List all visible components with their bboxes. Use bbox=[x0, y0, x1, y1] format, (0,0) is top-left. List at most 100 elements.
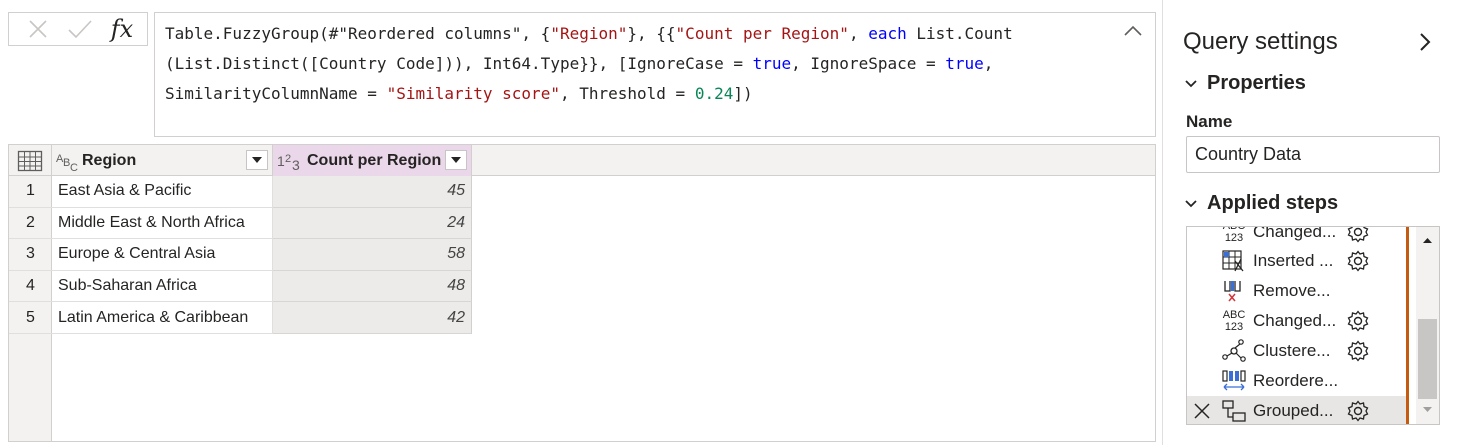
applied-step[interactable]: Reordere... bbox=[1187, 366, 1406, 396]
data-grid: A B C Region 1 2 3 Count per Region 1 Ea… bbox=[8, 144, 1156, 442]
group-by-icon bbox=[1220, 398, 1248, 424]
column-title: Count per Region bbox=[307, 151, 442, 169]
query-settings-pane: Query settings Properties Name Applied s… bbox=[1163, 0, 1461, 445]
svg-text:1: 1 bbox=[277, 153, 285, 169]
query-name-input[interactable] bbox=[1186, 136, 1440, 173]
cancel-formula-button[interactable] bbox=[23, 13, 53, 45]
cell-region[interactable]: Europe & Central Asia bbox=[52, 239, 273, 271]
formula-string: "Count per Region" bbox=[675, 24, 849, 43]
scroll-up-button[interactable] bbox=[1416, 233, 1439, 247]
table-row[interactable]: 3 Europe & Central Asia 58 bbox=[9, 239, 472, 271]
step-settings-button[interactable] bbox=[1345, 308, 1371, 334]
formula-token: Table.FuzzyGroup(#"Reordered columns", { bbox=[165, 24, 551, 43]
name-label: Name bbox=[1186, 112, 1233, 131]
insert-column-icon bbox=[1220, 248, 1248, 274]
remove-columns-icon bbox=[1220, 278, 1248, 304]
chevron-up-icon bbox=[1124, 25, 1142, 36]
cell-count[interactable]: 24 bbox=[273, 207, 472, 240]
steps-scrollbar[interactable] bbox=[1416, 227, 1439, 424]
formula-text[interactable]: Table.FuzzyGroup(#"Reordered columns", {… bbox=[165, 19, 1115, 109]
gear-icon bbox=[1347, 400, 1369, 422]
properties-section-toggle[interactable]: Properties bbox=[1185, 72, 1306, 95]
step-label: Changed... bbox=[1253, 226, 1337, 241]
applied-step[interactable]: Remove... bbox=[1187, 276, 1406, 306]
formula-token: , IgnoreSpace = bbox=[791, 54, 946, 73]
abc123-icon: ABC 123 bbox=[1222, 309, 1246, 333]
grid-header: A B C Region 1 2 3 Count per Region bbox=[9, 145, 1155, 176]
delete-step-button[interactable] bbox=[1191, 400, 1213, 422]
scroll-thumb[interactable] bbox=[1418, 319, 1437, 399]
reorder-columns-icon bbox=[1220, 368, 1248, 394]
fx-button[interactable]: fx bbox=[107, 13, 137, 45]
checkmark-icon bbox=[68, 20, 92, 39]
filter-dropdown-button[interactable] bbox=[246, 150, 268, 170]
cell-region[interactable]: Sub-Saharan Africa bbox=[52, 270, 273, 303]
applied-step[interactable]: ABC 123 Changed... bbox=[1187, 306, 1406, 336]
cell-region[interactable]: East Asia & Pacific bbox=[52, 176, 273, 208]
cell-count[interactable]: 48 bbox=[273, 270, 472, 303]
table-row[interactable]: 2 Middle East & North Africa 24 bbox=[9, 207, 472, 240]
step-settings-button[interactable] bbox=[1345, 248, 1371, 274]
pane-title: Query settings bbox=[1183, 28, 1338, 55]
filter-dropdown-button[interactable] bbox=[445, 150, 467, 170]
close-icon bbox=[1194, 403, 1210, 419]
table-row[interactable]: 1 East Asia & Pacific 45 bbox=[9, 176, 472, 208]
abc123-icon: ABC 123 bbox=[1222, 226, 1246, 244]
applied-step[interactable]: ABC 123 Changed... bbox=[1187, 226, 1406, 247]
column-title: Region bbox=[82, 151, 137, 169]
step-label: Clustere... bbox=[1253, 341, 1331, 360]
svg-text:C: C bbox=[70, 162, 78, 173]
formula-keyword: true bbox=[945, 54, 984, 73]
table-row[interactable]: 4 Sub-Saharan Africa 48 bbox=[9, 270, 472, 303]
number-type-icon[interactable]: 1 2 3 bbox=[277, 151, 303, 173]
commit-formula-button[interactable] bbox=[65, 13, 95, 45]
applied-steps-list: ABC 123 Changed... Inserted ... Remove... bbox=[1186, 226, 1440, 425]
step-settings-button[interactable] bbox=[1345, 338, 1371, 364]
cell-count[interactable]: 42 bbox=[273, 302, 472, 334]
cluster-icon bbox=[1220, 338, 1248, 364]
applied-step[interactable]: Inserted ... bbox=[1187, 246, 1406, 276]
step-label: Inserted ... bbox=[1253, 251, 1334, 270]
svg-text:3: 3 bbox=[292, 157, 300, 173]
triangle-down-icon bbox=[1423, 407, 1432, 412]
step-label: Grouped... bbox=[1253, 401, 1334, 420]
applied-step[interactable]: Clustere... bbox=[1187, 336, 1406, 366]
step-label: Reordere... bbox=[1253, 371, 1339, 390]
row-number[interactable]: 1 bbox=[9, 176, 52, 208]
cell-region[interactable]: Latin America & Caribbean bbox=[52, 302, 273, 334]
row-number[interactable]: 2 bbox=[9, 208, 52, 240]
gear-icon bbox=[1347, 340, 1369, 362]
svg-text:2: 2 bbox=[285, 153, 291, 165]
section-title: Properties bbox=[1207, 72, 1306, 94]
applied-steps-section-toggle[interactable]: Applied steps bbox=[1185, 192, 1338, 215]
applied-step-selected[interactable]: Grouped... bbox=[1187, 396, 1406, 424]
formula-token: ]) bbox=[733, 84, 753, 103]
cell-region[interactable]: Middle East & North Africa bbox=[52, 207, 273, 240]
cell-count[interactable]: 58 bbox=[273, 239, 472, 271]
close-icon bbox=[29, 20, 47, 38]
formula-token: SimilarityColumnName = bbox=[165, 84, 387, 103]
formula-token: , Threshold = bbox=[559, 84, 695, 103]
formula-buttons: fx bbox=[8, 12, 148, 46]
formula-token: , bbox=[983, 54, 994, 73]
chevron-right-icon bbox=[1420, 33, 1431, 51]
collapse-pane-button[interactable] bbox=[1415, 30, 1435, 54]
row-number[interactable]: 5 bbox=[9, 302, 52, 334]
row-number[interactable]: 3 bbox=[9, 239, 52, 271]
step-settings-button[interactable] bbox=[1345, 227, 1371, 245]
formula-token: }, {{ bbox=[627, 24, 676, 43]
column-header-count-per-region[interactable]: 1 2 3 Count per Region bbox=[273, 145, 472, 176]
chevron-down-icon bbox=[1185, 79, 1197, 87]
table-row[interactable]: 5 Latin America & Caribbean 42 bbox=[9, 302, 472, 334]
cell-count[interactable]: 45 bbox=[273, 176, 472, 208]
column-header-region[interactable]: A B C Region bbox=[52, 145, 273, 176]
formula-editor[interactable]: Table.FuzzyGroup(#"Reordered columns", {… bbox=[154, 12, 1156, 137]
gear-icon bbox=[1347, 310, 1369, 332]
text-type-icon[interactable]: A B C bbox=[56, 151, 82, 174]
formula-token: List.Count bbox=[906, 24, 1013, 43]
scroll-down-button[interactable] bbox=[1416, 403, 1439, 417]
row-number[interactable]: 4 bbox=[9, 271, 52, 303]
collapse-formula-button[interactable] bbox=[1121, 21, 1145, 41]
step-settings-button[interactable] bbox=[1345, 398, 1371, 424]
table-menu-button[interactable] bbox=[9, 145, 52, 176]
